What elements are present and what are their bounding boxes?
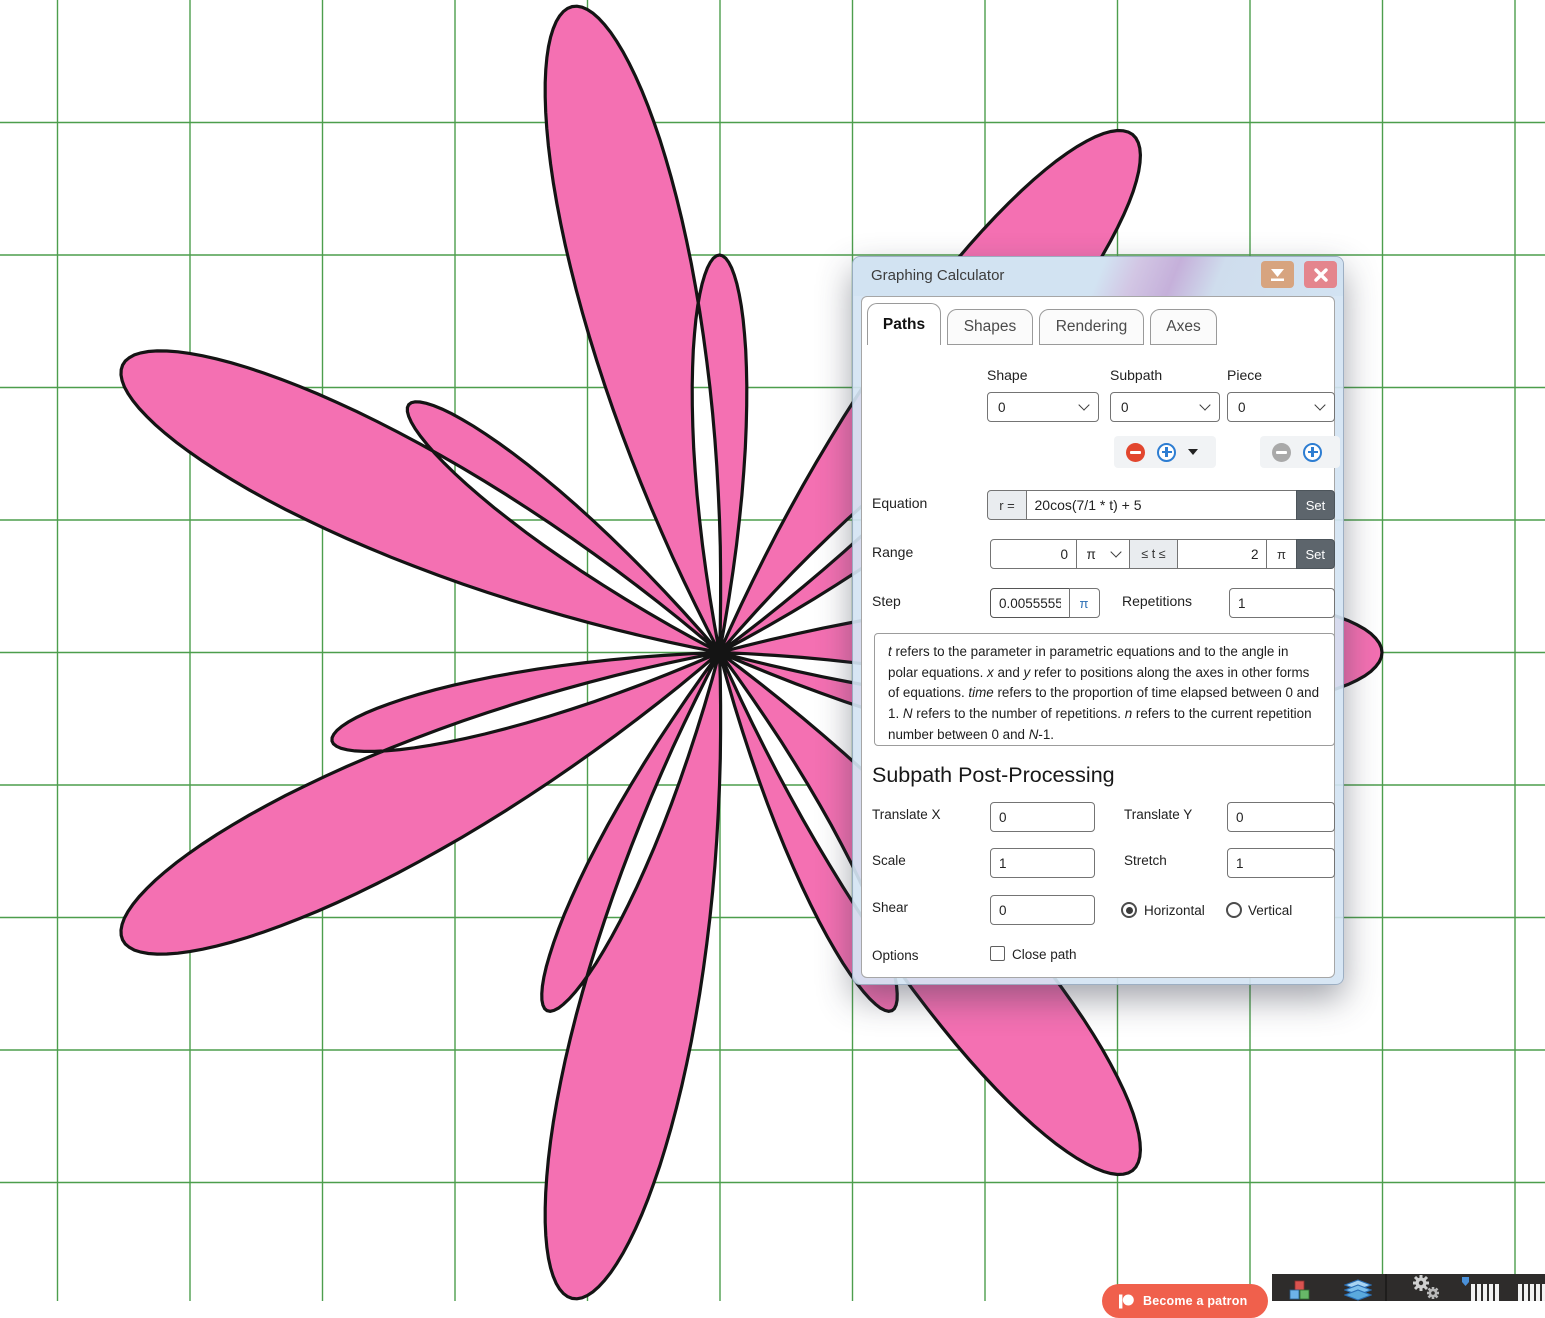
stretch-label: Stretch <box>1124 853 1167 868</box>
dialog-title: Graphing Calculator <box>871 267 1004 284</box>
equation-prefix: r = <box>987 490 1027 520</box>
shape-label: Shape <box>987 367 1027 383</box>
plus-icon <box>1308 451 1318 454</box>
add-subpath-menu-caret[interactable] <box>1188 449 1198 455</box>
close-path-label: Close path <box>1012 947 1077 962</box>
meter-icon[interactable] <box>1462 1274 1502 1301</box>
repetitions-input[interactable] <box>1229 588 1335 618</box>
collapse-icon <box>1270 268 1285 282</box>
remove-piece-button[interactable] <box>1272 443 1291 462</box>
minus-icon <box>1130 451 1141 454</box>
shear-label: Shear <box>872 900 908 915</box>
taskbar <box>1272 1274 1545 1301</box>
subpath-buttons <box>1114 436 1216 468</box>
range-from-unit-value: π <box>1087 547 1096 562</box>
piece-buttons <box>1260 436 1340 468</box>
scale-input[interactable] <box>990 848 1095 878</box>
horizontal-radio[interactable] <box>1121 902 1137 918</box>
patreon-button-label: Become a patron <box>1143 1294 1247 1308</box>
parameter-help-text: t refers to the parameter in parametric … <box>874 633 1335 746</box>
become-a-patron-button[interactable]: Become a patron <box>1102 1284 1268 1318</box>
add-subpath-button[interactable] <box>1157 443 1176 462</box>
step-input[interactable] <box>990 588 1070 618</box>
translate-y-input[interactable] <box>1227 802 1335 832</box>
equation-input[interactable] <box>1026 490 1298 520</box>
translate-x-label: Translate X <box>872 807 941 822</box>
graphing-calculator-dialog: Graphing Calculator Paths Shapes Renderi… <box>852 256 1344 985</box>
repetitions-label: Repetitions <box>1122 593 1192 609</box>
tab-shapes[interactable]: Shapes <box>947 309 1033 345</box>
subpath-label: Subpath <box>1110 367 1162 383</box>
chevron-down-icon <box>1110 546 1121 557</box>
horizontal-radio-label: Horizontal <box>1144 903 1205 918</box>
scale-label: Scale <box>872 853 906 868</box>
stretch-input[interactable] <box>1227 848 1335 878</box>
options-label: Options <box>872 948 919 963</box>
subpath-post-processing-heading: Subpath Post-Processing <box>872 763 1115 788</box>
range-from-unit-select[interactable]: π <box>1076 539 1131 569</box>
taskbar-divider <box>1385 1274 1387 1301</box>
tab-axes[interactable]: Axes <box>1150 309 1217 345</box>
chevron-down-icon <box>1199 399 1210 410</box>
shape-select-value: 0 <box>998 400 1006 415</box>
range-to-unit: π <box>1266 539 1297 569</box>
remove-subpath-button[interactable] <box>1126 443 1145 462</box>
minimize-button[interactable] <box>1261 261 1294 288</box>
piece-select[interactable]: 0 <box>1227 392 1335 422</box>
chevron-down-icon <box>1314 399 1325 410</box>
shear-input[interactable] <box>990 895 1095 925</box>
tab-bar: Paths Shapes Rendering Axes <box>867 303 1217 345</box>
close-path-checkbox[interactable] <box>990 946 1005 961</box>
step-label: Step <box>872 593 901 609</box>
subpath-select[interactable]: 0 <box>1110 392 1220 422</box>
patreon-logo-icon <box>1119 1294 1134 1309</box>
piece-select-value: 0 <box>1238 400 1246 415</box>
equation-label: Equation <box>872 495 927 511</box>
dialog-titlebar[interactable]: Graphing Calculator <box>853 257 1343 296</box>
minus-icon <box>1276 451 1287 454</box>
subpath-select-value: 0 <box>1121 400 1129 415</box>
range-relation: ≤ t ≤ <box>1129 539 1178 569</box>
plus-icon <box>1162 451 1172 454</box>
vertical-radio[interactable] <box>1226 902 1242 918</box>
range-label: Range <box>872 544 913 560</box>
dialog-panel: Paths Shapes Rendering Axes Shape Subpat… <box>861 296 1335 978</box>
blocks-icon[interactable] <box>1288 1274 1312 1301</box>
vertical-radio-label: Vertical <box>1248 903 1292 918</box>
range-from-input[interactable] <box>990 539 1077 569</box>
meter-icon[interactable] <box>1518 1274 1545 1301</box>
close-button[interactable] <box>1304 261 1337 288</box>
translate-y-label: Translate Y <box>1124 807 1192 822</box>
gears-icon[interactable] <box>1410 1274 1444 1301</box>
range-to-input[interactable] <box>1177 539 1268 569</box>
equation-set-button[interactable]: Set <box>1296 490 1335 520</box>
chevron-down-icon <box>1078 399 1089 410</box>
close-icon <box>1314 268 1328 282</box>
tab-rendering[interactable]: Rendering <box>1039 309 1144 345</box>
translate-x-input[interactable] <box>990 802 1095 832</box>
layers-icon[interactable] <box>1344 1274 1372 1301</box>
tab-paths[interactable]: Paths <box>867 303 941 345</box>
step-unit[interactable]: π <box>1069 588 1100 618</box>
shape-select[interactable]: 0 <box>987 392 1099 422</box>
add-piece-button[interactable] <box>1303 443 1322 462</box>
range-set-button[interactable]: Set <box>1296 539 1336 569</box>
piece-label: Piece <box>1227 367 1262 383</box>
